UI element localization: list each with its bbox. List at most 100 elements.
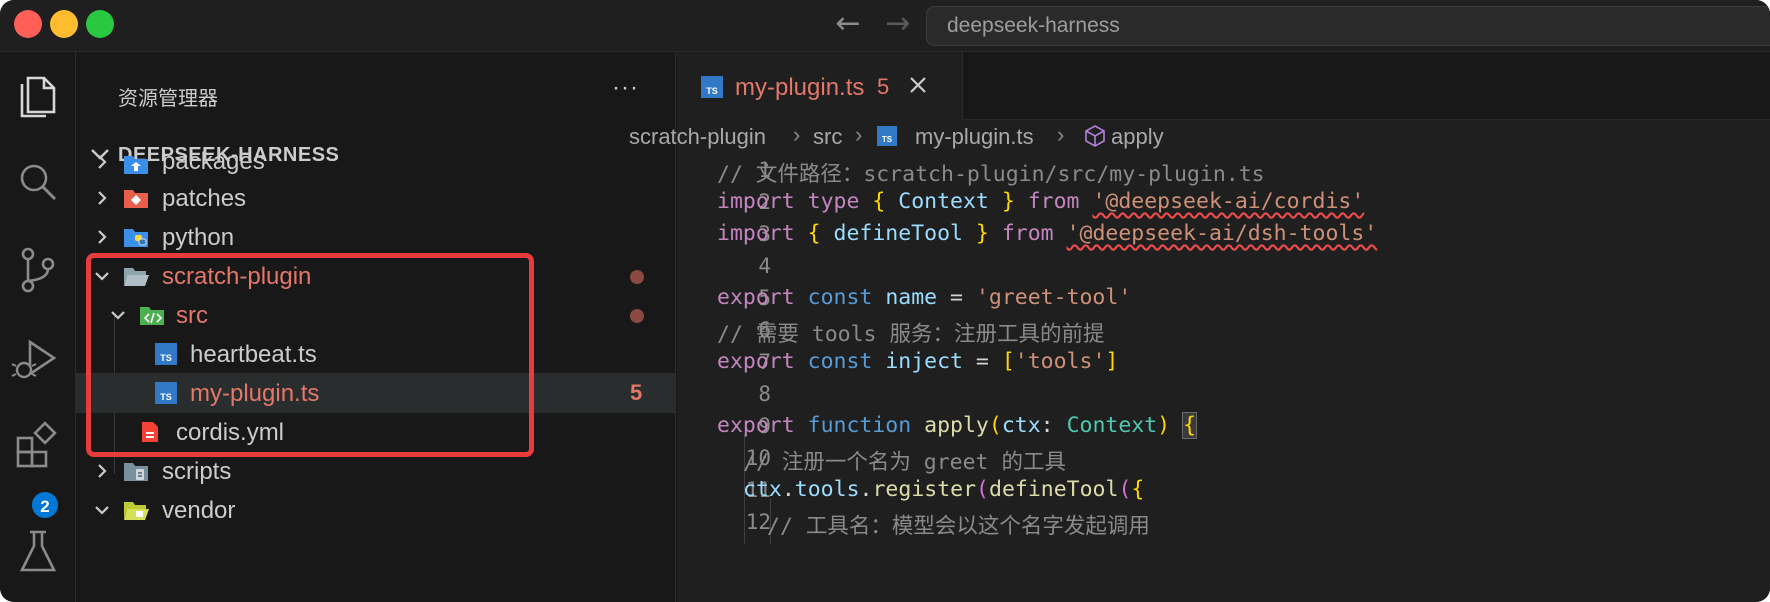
code-token-comment: // 注册一个名为 greet 的工具 — [743, 450, 1066, 475]
code-token-variable: ctx — [743, 477, 782, 502]
activity-bar: 2 — [0, 52, 76, 602]
testing-flask-icon[interactable] — [8, 522, 68, 582]
source-control-icon[interactable] — [8, 240, 68, 300]
line-number: 8 — [758, 382, 771, 406]
forward-arrow-icon[interactable]: → — [880, 6, 916, 42]
chevron-right-icon — [98, 155, 107, 169]
maximize-window-button[interactable] — [86, 10, 114, 38]
breadcrumb-item-apply[interactable]: apply — [1111, 124, 1164, 150]
code-token-string: 'greet-tool' — [975, 285, 1132, 310]
code-token-type: Context — [1066, 413, 1158, 438]
breadcrumb: scratch-plugin › src › TS my-plugin.ts ›… — [629, 120, 1770, 154]
code-token-keyword: export — [717, 413, 795, 438]
code-line: 8 — [677, 378, 1770, 410]
code-token-dot: . — [859, 477, 873, 502]
minimize-window-button[interactable] — [50, 10, 78, 38]
code-token-keyword: from — [1001, 221, 1054, 246]
modified-dot-indicator — [630, 309, 644, 323]
tree-item-label: python — [162, 224, 235, 251]
close-window-button[interactable] — [14, 10, 42, 38]
code-token-parameter: ctx — [1001, 413, 1041, 438]
tree-item-scripts[interactable]: scripts — [76, 451, 676, 491]
search-icon[interactable] — [8, 152, 68, 212]
code-token-bracket: [ — [1001, 349, 1015, 374]
vscode-window: ← → deepseek-harness 2 资源管理器 ··· DEEPSEE… — [0, 0, 1770, 602]
breadcrumb-item-src[interactable]: src — [813, 124, 842, 150]
code-text: // 文件路径：scratch-plugin/src/my-plugin.ts — [717, 157, 1265, 188]
more-actions-button[interactable]: ··· — [612, 74, 639, 102]
code-token-paren: ( — [988, 413, 1002, 438]
code-line: 2 import type { Context } from '@deepsee… — [677, 186, 1770, 218]
tree-item-python[interactable]: python — [76, 217, 676, 257]
code-token-paren: ( — [1118, 477, 1132, 502]
code-token-bracket: ] — [1105, 349, 1119, 374]
chevron-right-icon — [98, 464, 107, 478]
extensions-icon[interactable] — [8, 416, 68, 476]
chevron-right-icon — [98, 191, 107, 205]
code-token-identifier: defineTool — [820, 221, 976, 246]
modified-dot-indicator — [630, 270, 644, 284]
code-line: 12 // 工具名：模型会以这个名字发起调用 — [677, 506, 1770, 539]
line-number: 4 — [758, 254, 771, 278]
code-token-keyword: export — [717, 349, 795, 374]
tree-item-vendor[interactable]: vendor — [76, 490, 676, 530]
folder-patches-icon — [124, 190, 148, 208]
tree-item-patches[interactable]: patches — [76, 178, 676, 218]
code-token-property: tools — [794, 477, 860, 502]
breadcrumb-separator: › — [1057, 122, 1065, 147]
run-debug-icon[interactable] — [8, 328, 68, 388]
code-line: 10 // 注册一个名为 greet 的工具 — [677, 442, 1770, 476]
tree-item-label: vendor — [162, 497, 236, 524]
code-token-function: defineTool — [989, 477, 1119, 502]
command-center-search[interactable]: deepseek-harness — [926, 6, 1770, 46]
code-token-declaration: const — [807, 285, 873, 310]
code-text: export const name = 'greet-tool' — [717, 285, 1131, 310]
code-text: // 注册一个名为 greet 的工具 — [743, 445, 1066, 476]
folder-vendor-icon — [124, 502, 149, 520]
folder-python-icon — [124, 229, 148, 247]
editor-tab-bar: TS my-plugin.ts 5 — [677, 52, 1770, 120]
tree-item-label: patches — [162, 185, 247, 212]
code-token-comment: // 文件路径：scratch-plugin/src/my-plugin.ts — [717, 162, 1265, 187]
code-line: 3 import { defineTool } from '@deepseek-… — [677, 218, 1770, 250]
folder-packages-icon — [124, 156, 148, 174]
code-line: 7 export const inject = ['tools'] — [677, 346, 1770, 378]
svg-text:TS: TS — [706, 86, 718, 96]
code-text: import type { Context } from '@deepseek-… — [717, 189, 1364, 214]
code-token-keyword: import — [717, 189, 795, 214]
code-token-paren: ( — [976, 477, 989, 502]
annotation-highlight-box — [86, 253, 534, 457]
code-token-declaration: const — [807, 349, 873, 374]
breadcrumb-item-my-plugin-ts[interactable]: my-plugin.ts — [915, 124, 1034, 150]
explorer-icon[interactable] — [8, 64, 68, 124]
code-token-paren: ) — [1157, 413, 1171, 438]
back-arrow-icon[interactable]: ← — [830, 6, 866, 42]
folder-scripts-icon — [124, 463, 148, 481]
tab-my-plugin-ts[interactable]: TS my-plugin.ts 5 — [677, 52, 963, 120]
code-line: 5 export const name = 'greet-tool' — [677, 282, 1770, 314]
editor-area: TS my-plugin.ts 5 scratch-plugin › src ›… — [629, 52, 1770, 602]
code-token-keyword: import — [717, 221, 795, 246]
breadcrumb-separator: › — [855, 122, 863, 147]
code-token-keyword: from — [1027, 189, 1080, 214]
code-text: export function apply(ctx: Context) { — [717, 412, 1198, 439]
code-token-keyword: type — [807, 189, 860, 214]
breadcrumb-item-scratch-plugin[interactable]: scratch-plugin — [629, 124, 766, 150]
code-token-dot: . — [781, 477, 795, 502]
tree-item-packages[interactable]: packages — [76, 140, 676, 180]
close-icon[interactable] — [903, 70, 933, 100]
code-token-keyword: export — [717, 285, 795, 310]
line-number: 12 — [745, 510, 771, 534]
code-text: ctx.tools.register(defineTool({ — [743, 477, 1144, 502]
code-token-operator: = — [962, 349, 1002, 374]
chevron-right-icon — [98, 230, 107, 244]
breadcrumb-separator: › — [793, 122, 801, 147]
title-bar: ← → deepseek-harness — [0, 0, 1770, 52]
tab-problem-count: 5 — [877, 74, 890, 99]
tree-item-label: packages — [162, 148, 265, 175]
typescript-file-icon: TS — [877, 126, 897, 146]
code-token-function: register — [872, 477, 977, 502]
code-token-string: 'tools' — [1014, 349, 1106, 374]
code-token-string-error: '@deepseek-ai/dsh-tools' — [1066, 221, 1378, 246]
code-token-declaration: function — [807, 413, 912, 438]
